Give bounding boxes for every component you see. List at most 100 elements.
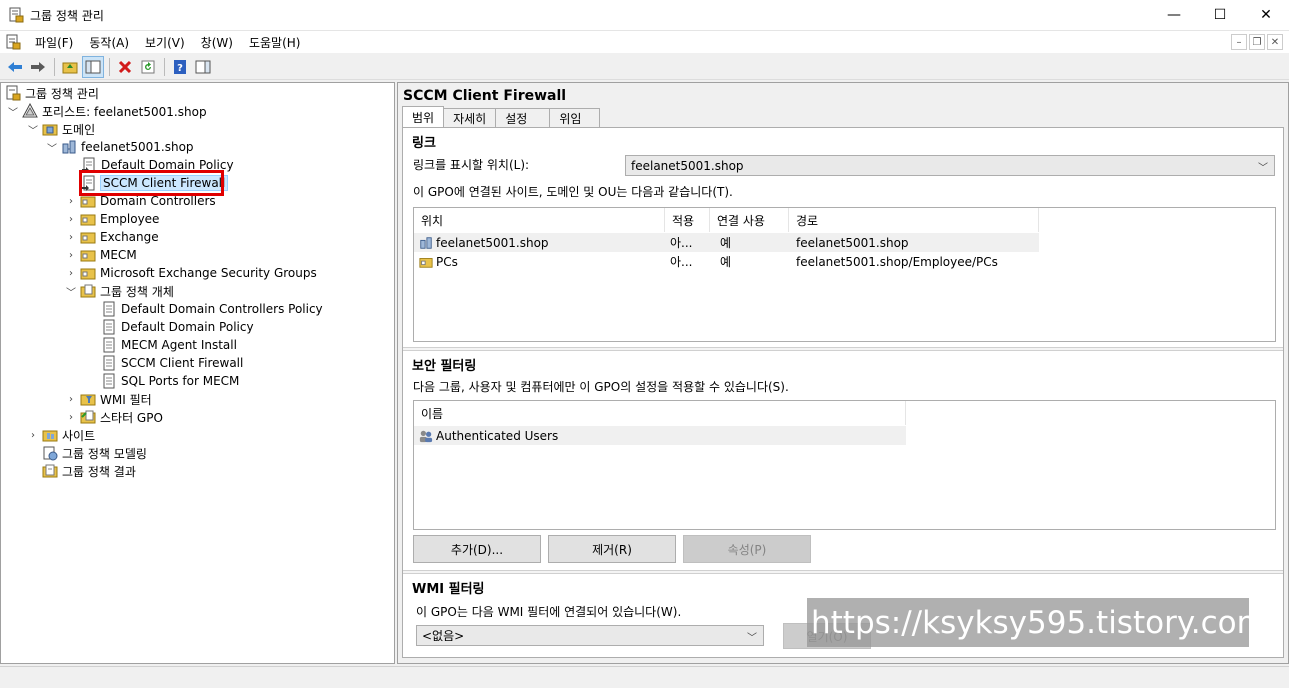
table-row[interactable]: PCs 아... 예 feelanet5001.shop/Employee/PC… [414,252,1039,271]
menu-view[interactable]: 보기(V) [137,34,193,51]
help-icon: ? [174,59,186,74]
selection-highlight-box [79,170,224,196]
group-policy-app-icon [9,7,24,23]
tree-starter-gpos[interactable]: › 스타터 GPO [65,408,163,426]
tree-domain[interactable]: ﹀ feelanet5001.shop [46,138,194,156]
gpo-icon [103,373,115,389]
close-button[interactable]: ✕ [1243,0,1289,30]
chevron-down-icon: ﹀ [1258,163,1268,174]
security-filtering-heading: 보안 필터링 [412,359,477,374]
forest-icon [22,103,38,118]
help-button[interactable]: ? [169,56,191,78]
links-location-dropdown[interactable]: feelanet5001.shop ﹀ [625,155,1275,176]
tree-gpo-container[interactable]: ﹀ 그룹 정책 개체 [65,282,174,300]
tree-ou-exchange-security-groups[interactable]: › Microsoft Exchange Security Groups [65,264,317,282]
table-row[interactable]: Authenticated Users [414,426,906,445]
column-location[interactable]: 위치 [414,208,665,232]
tree-domains[interactable]: ﹀ 도메인 [27,120,95,138]
ou-folder-icon [419,257,433,268]
refresh-icon [141,60,155,73]
menu-help[interactable]: 도움말(H) [241,34,309,51]
column-name[interactable]: 이름 [414,401,906,425]
chevron-down-icon[interactable]: ﹀ [7,104,19,119]
up-folder-button[interactable] [59,56,81,78]
tab-delegation[interactable]: 위임 [549,108,601,127]
column-link-enabled[interactable]: 연결 사용 [710,208,789,232]
table-row[interactable]: feelanet5001.shop 아... 예 feelanet5001.sh… [414,233,1039,252]
chevron-right-icon[interactable]: › [65,268,77,279]
menu-window[interactable]: 창(W) [193,34,241,51]
gpo-icon [103,319,115,335]
column-enforced[interactable]: 적용 [665,208,710,232]
tab-scope[interactable]: 범위 [402,106,445,127]
results-icon [42,464,58,478]
chevron-right-icon[interactable]: › [65,196,77,207]
add-button[interactable]: 추가(D)... [413,535,541,563]
domain-icon [420,236,432,249]
starter-gpo-folder-icon [80,410,96,424]
tree-sites[interactable]: › 사이트 [27,426,95,444]
svg-text:?: ? [177,63,183,74]
chevron-right-icon[interactable]: › [65,412,77,423]
security-filtering-table[interactable]: 이름 Authenticated Users [413,400,1276,530]
delete-button[interactable] [114,56,136,78]
chevron-right-icon[interactable]: › [65,250,77,261]
back-button[interactable] [4,56,26,78]
tree-gpo-mecm-agent-install[interactable]: MECM Agent Install [101,336,237,354]
tab-details[interactable]: 자세히 [443,108,497,127]
action-pane-button[interactable] [192,56,214,78]
mdi-minimize-button[interactable]: – [1231,34,1247,50]
links-table[interactable]: 위치 적용 연결 사용 경로 feelanet5001.shop 아... 예 … [413,207,1276,342]
section-divider[interactable] [403,570,1283,574]
wmi-filter-dropdown[interactable]: <없음> ﹀ [416,625,764,646]
domain-icon [62,140,76,154]
tree-results[interactable]: 그룹 정책 결과 [42,462,136,480]
tree-ou-employee[interactable]: › Employee [65,210,159,228]
tree-gpo-default-domain-policy[interactable]: Default Domain Policy [101,318,254,336]
tree-gpo-sql-ports[interactable]: SQL Ports for MECM [101,372,239,390]
ou-folder-icon [80,250,96,262]
section-divider[interactable] [403,347,1283,351]
chevron-down-icon[interactable]: ﹀ [27,122,39,137]
menu-file[interactable]: 파일(F) [27,34,81,51]
links-heading: 링크 [412,136,436,151]
minimize-button[interactable]: — [1151,0,1197,30]
properties-button[interactable]: 속성(P) [683,535,811,563]
tree-wmi-filters[interactable]: › WMI 필터 [65,390,152,408]
tab-strip: 범위 자세히 설정 위임 [402,106,601,127]
chevron-right-icon[interactable]: › [27,430,39,441]
chevron-down-icon[interactable]: ﹀ [46,140,58,155]
chevron-down-icon[interactable]: ﹀ [65,284,77,299]
ou-folder-icon [80,232,96,244]
details-pane: SCCM Client Firewall 범위 자세히 설정 위임 링크 링크를… [397,82,1289,664]
mdi-restore-button[interactable]: ❐ [1249,34,1265,50]
chevron-right-icon[interactable]: › [65,394,77,405]
menu-action[interactable]: 동작(A) [81,34,137,51]
chevron-right-icon[interactable]: › [65,214,77,225]
gpo-icon [103,355,115,371]
forward-button[interactable] [27,56,49,78]
show-hide-tree-button[interactable] [82,55,104,78]
chevron-down-icon: ﹀ [747,633,757,644]
tree-modeling[interactable]: 그룹 정책 모델링 [42,444,147,462]
tree-ou-mecm[interactable]: › MECM [65,246,137,264]
tree-forest[interactable]: ﹀ 포리스트: feelanet5001.shop [7,102,207,120]
tree-ou-exchange[interactable]: › Exchange [65,228,159,246]
security-filtering-description: 다음 그룹, 사용자 및 컴퓨터에만 이 GPO의 설정을 적용할 수 있습니다… [413,380,789,394]
chevron-right-icon[interactable]: › [65,232,77,243]
column-path[interactable]: 경로 [789,208,1039,232]
links-location-label: 링크를 표시할 위치(L): [413,158,530,172]
gpo-folder-icon [80,284,96,298]
tree-root[interactable]: 그룹 정책 관리 [5,84,99,102]
forward-arrow-icon [31,61,45,72]
maximize-button[interactable]: ☐ [1197,0,1243,30]
mdi-document-icon[interactable] [5,34,21,50]
refresh-button[interactable] [137,56,159,78]
tree-gpo-sccm-client-firewall[interactable]: SCCM Client Firewall [101,354,243,372]
mdi-close-button[interactable]: ✕ [1267,34,1283,50]
status-bar [0,666,1289,688]
tree-gpo-default-dc-policy[interactable]: Default Domain Controllers Policy [101,300,323,318]
tab-settings[interactable]: 설정 [495,108,551,127]
remove-button[interactable]: 제거(R) [548,535,676,563]
gpo-icon [103,301,115,317]
